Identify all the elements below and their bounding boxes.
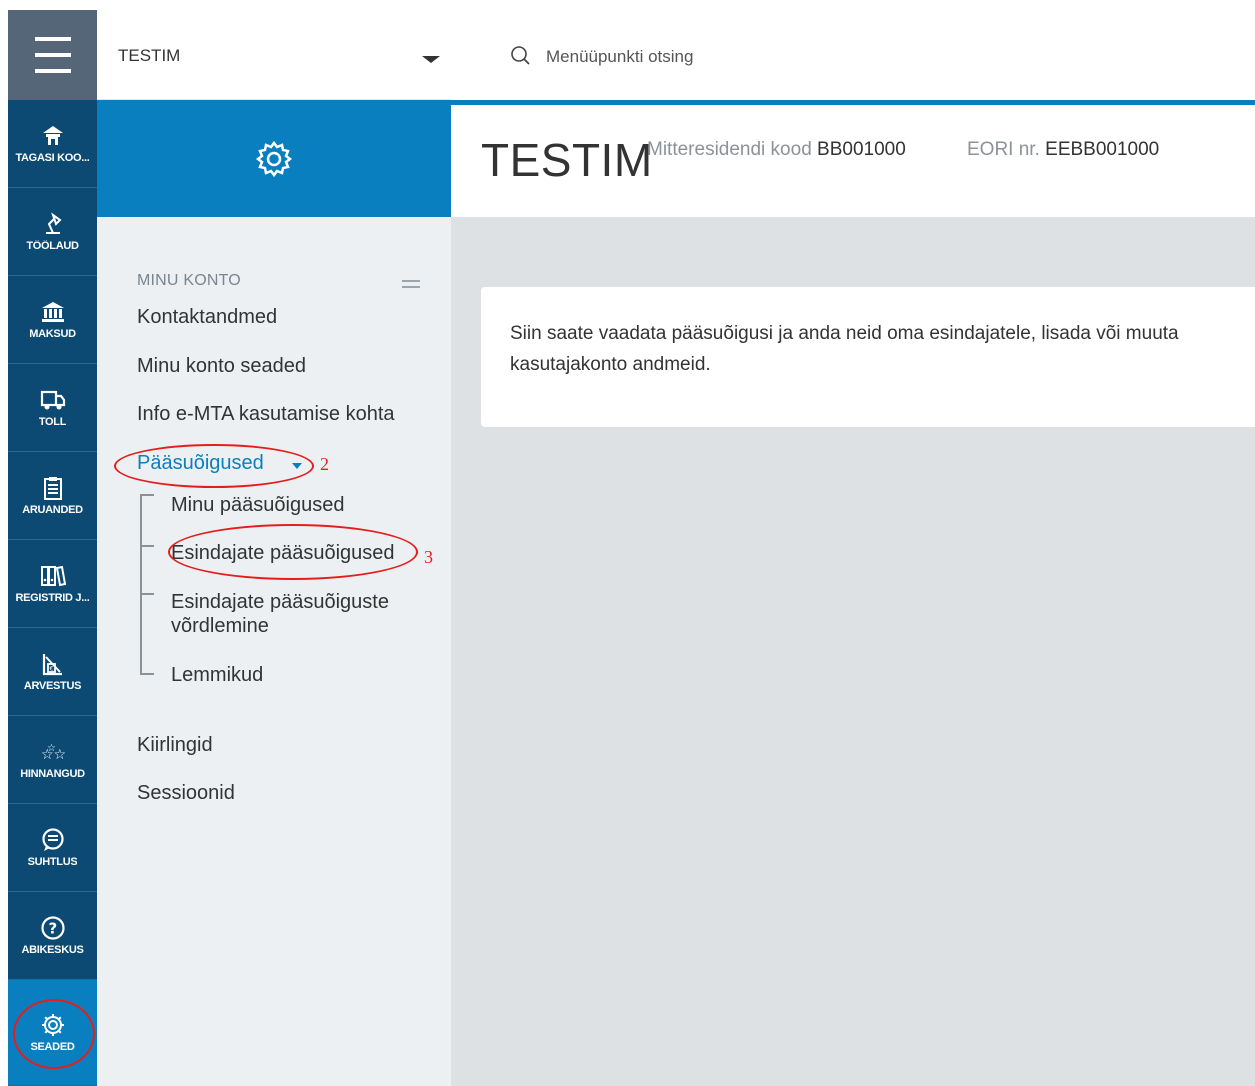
rail-item-registers[interactable]: REGISTRID J... <box>8 540 97 628</box>
menu-item-contacts[interactable]: Kontaktandmed <box>137 306 277 329</box>
annotation-ellipse <box>13 999 95 1069</box>
rail-item-desk[interactable]: TÖÖLAUD <box>8 188 97 276</box>
settings-sidebar: MINU KONTO Kontaktandmed Minu konto sead… <box>97 217 451 1086</box>
tree-branch <box>140 593 154 595</box>
info-text: Siin saate vaadata pääsuõigusi ja anda n… <box>510 318 1255 380</box>
house-icon <box>42 126 63 145</box>
eori-label: EORI nr. <box>967 139 1040 160</box>
hamburger-icon[interactable] <box>8 10 97 100</box>
menu-item-quicklinks[interactable]: Kiirlingid <box>137 734 213 757</box>
eori-value: EEBB001000 <box>1045 139 1160 160</box>
eori-code: EORI nr. EEBB001000 <box>967 139 1159 161</box>
menu-search[interactable]: Menüüpunkti otsing <box>451 10 1255 100</box>
rail-item-communication[interactable]: SUHTLUS <box>8 804 97 892</box>
rail-label: ARVESTUS <box>23 680 82 692</box>
rail-label: MAKSUD <box>29 328 76 340</box>
section-title: MINU KONTO <box>137 272 241 289</box>
search-icon <box>511 46 530 65</box>
rail-label: HINNANGUD <box>20 768 85 780</box>
nonresident-label: Mitteresidendi kood <box>647 139 812 160</box>
context-name: TESTIM <box>118 46 181 65</box>
submenu-item-compare-rights[interactable]: Esindajate pääsuõiguste võrdlemine <box>171 590 431 638</box>
info-line-1: Siin saate vaadata pääsuõigusi ja anda n… <box>510 323 1179 344</box>
svg-text:☆: ☆ <box>47 743 56 754</box>
tree-branch <box>140 494 154 496</box>
top-strip <box>0 0 1255 10</box>
chat-icon <box>41 828 64 851</box>
page-title: TESTIM <box>481 134 653 186</box>
menu-item-sessions[interactable]: Sessioonid <box>137 782 235 805</box>
bank-icon <box>41 302 64 322</box>
tree-branch <box>140 673 154 675</box>
annotation-ellipse <box>114 444 314 488</box>
calculator-icon: € <box>42 654 62 676</box>
collapse-icon[interactable] <box>402 280 420 288</box>
submenu-item-favourites[interactable]: Lemmikud <box>171 663 263 687</box>
rail-label: ARUANDED <box>22 504 83 516</box>
menu-item-account-settings[interactable]: Minu konto seaded <box>137 355 306 378</box>
rail-label: TÖÖLAUD <box>26 240 79 252</box>
rail-item-reports[interactable]: ARUANDED <box>8 452 97 540</box>
search-input[interactable]: Menüüpunkti otsing <box>546 47 693 67</box>
rail-item-customs[interactable]: TOLL <box>8 364 97 452</box>
tree-branch <box>140 545 154 547</box>
context-selector[interactable]: TESTIM <box>97 10 451 100</box>
annotation-number: 2 <box>320 454 329 474</box>
binders-icon <box>40 565 66 587</box>
rail-label: TAGASI KOO... <box>15 152 90 164</box>
settings-header <box>97 100 451 217</box>
gear-icon <box>255 140 293 177</box>
nonresident-value: BB001000 <box>817 139 906 160</box>
submenu-item-my-rights[interactable]: Minu pääsuõigused <box>171 493 344 517</box>
menu-item-info[interactable]: Info e-MTA kasutamise kohta <box>137 403 395 426</box>
clipboard-icon <box>43 477 62 500</box>
rail-item-ratings[interactable]: ☆☆ ☆ HINNANGUD <box>8 716 97 804</box>
tree-line <box>140 494 142 674</box>
rail-item-taxes[interactable]: MAKSUD <box>8 276 97 364</box>
rail-label: ABIKESKUS <box>21 944 84 956</box>
help-icon: ? <box>40 916 65 940</box>
rail-item-back[interactable]: TAGASI KOO... <box>8 100 97 188</box>
rail-label: SUHTLUS <box>27 856 78 868</box>
svg-text:€: € <box>49 666 53 673</box>
rail-item-accounting[interactable]: € ARVESTUS <box>8 628 97 716</box>
annotation-number: 3 <box>424 547 433 567</box>
chevron-down-icon[interactable] <box>422 56 440 63</box>
content-area: Siin saate vaadata pääsuõigusi ja anda n… <box>451 217 1255 1086</box>
nonresident-code: Mitteresidendi kood BB001000 <box>647 139 906 161</box>
rail-item-help[interactable]: ? ABIKESKUS <box>8 892 97 980</box>
stars-icon: ☆☆☆ <box>41 743 66 763</box>
svg-text:?: ? <box>48 920 57 938</box>
page-header: TESTIM Mitteresidendi kood BB001000 EORI… <box>451 105 1255 217</box>
annotation-ellipse <box>168 524 418 580</box>
icon-rail: TAGASI KOO... TÖÖLAUD MAKSUD TOLL ARUAND… <box>8 10 97 1086</box>
rail-label: TOLL <box>38 416 67 428</box>
info-card: Siin saate vaadata pääsuõigusi ja anda n… <box>481 287 1255 427</box>
info-line-2: kasutajakonto andmeid. <box>510 354 711 375</box>
truck-icon <box>40 390 65 410</box>
desk-lamp-icon <box>45 212 62 234</box>
rail-label: REGISTRID J... <box>15 592 90 604</box>
